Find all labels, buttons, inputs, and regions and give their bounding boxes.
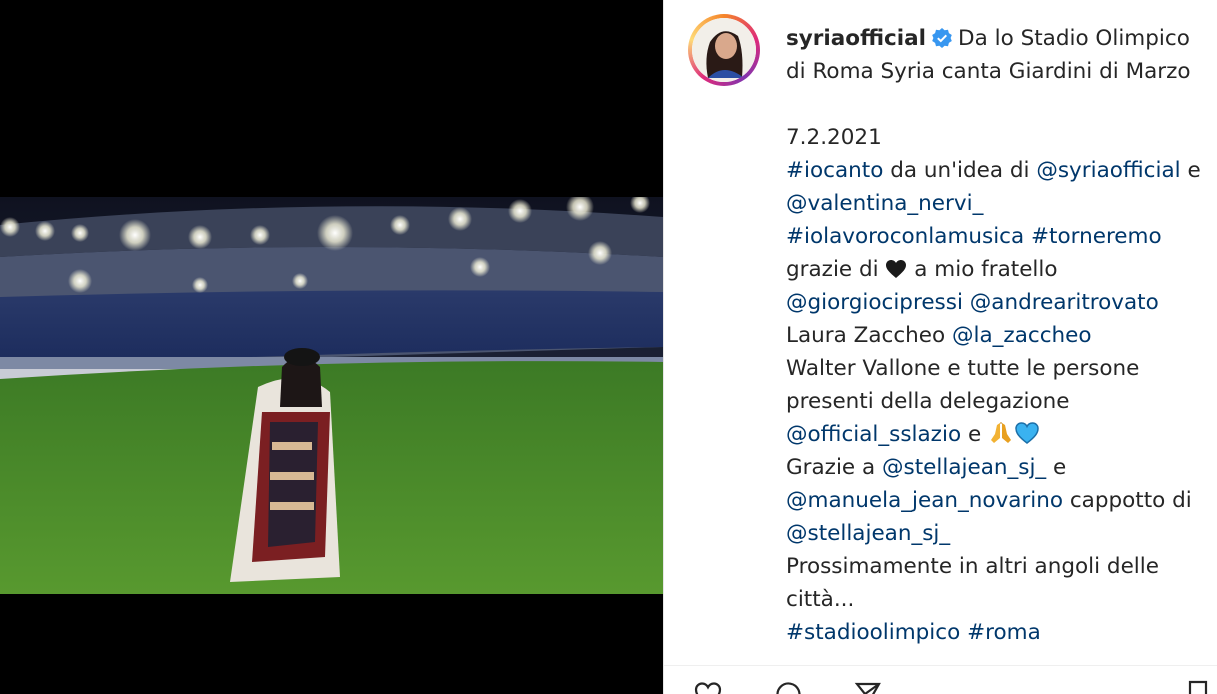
mention-link[interactable]: @stellajean_sj_ [786,521,950,546]
caption-text: Walter Vallone e tutte le persone [786,356,1140,381]
comment-icon[interactable] [774,680,802,694]
mention-link[interactable]: @syriaofficial [1036,158,1180,183]
mention-link[interactable]: @stellajean_sj_ [882,455,1046,480]
caption-text: città... [786,587,855,612]
caption-text: grazie di [786,257,886,282]
caption-text: Prossimamente in altri angoli delle [786,554,1159,579]
folded-hands-icon [991,422,1012,443]
hashtag-link[interactable]: #torneremo [1031,224,1162,249]
caption-title-line1: Da lo Stadio Olimpico [958,26,1190,51]
post-details-panel: syriaofficial Da lo Stadio Olimpico di Ro… [664,0,1217,694]
mention-link[interactable]: @manuela_jean_novarino [786,488,1063,513]
like-icon[interactable] [694,680,722,694]
mention-link[interactable]: @la_zaccheo [952,323,1092,348]
mention-link[interactable]: @andrearitrovato [970,290,1159,315]
avatar-image [692,18,756,82]
mention-link[interactable]: @valentina_nervi_ [786,191,983,216]
video-frame[interactable] [0,197,663,594]
caption-text: a mio fratello [907,257,1058,282]
caption-text: e [961,422,989,447]
story-ring[interactable] [688,14,760,86]
actions-divider [664,665,1217,666]
caption-text: e [1180,158,1201,183]
stadium-video-still [0,197,663,594]
black-heart-icon [886,260,907,278]
caption-text: presenti della delegazione [786,389,1070,414]
bookmark-icon[interactable] [1184,680,1212,694]
username-link[interactable]: syriaofficial [786,26,926,51]
post-date-text: 7.2.2021 [786,125,882,150]
hashtag-link[interactable]: #iolavoroconlamusica [786,224,1024,249]
video-player[interactable] [0,0,663,694]
avatar[interactable] [692,18,756,82]
hashtag-link[interactable]: #iocanto [786,158,883,183]
caption-text: da un'idea di [883,158,1037,183]
post-actions-bar [664,680,1217,694]
share-icon[interactable] [854,680,882,694]
caption-text: e [1046,455,1067,480]
hashtag-link[interactable]: #roma [967,620,1041,645]
blue-heart-icon [1015,422,1039,444]
mention-link[interactable]: @official_sslazio [786,422,961,447]
mention-link[interactable]: @giorgiocipressi [786,290,963,315]
caption-text: Grazie a [786,455,883,480]
caption-title-line2: di Roma Syria canta Giardini di Marzo [786,59,1191,84]
hashtag-link[interactable]: #stadioolimpico [786,620,960,645]
verified-badge-icon [932,28,952,48]
caption-text: Laura Zaccheo [786,323,953,348]
post-caption: syriaofficial Da lo Stadio Olimpico di Ro… [786,22,1211,649]
caption-text: cappotto di [1063,488,1192,513]
